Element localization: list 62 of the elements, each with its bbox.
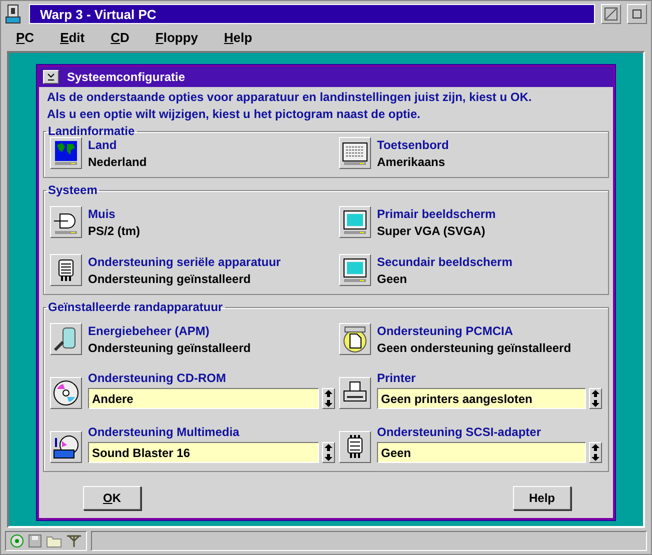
option-label: Land [88,138,118,152]
option-label: Ondersteuning CD-ROM [88,371,227,385]
monitor-icon[interactable] [339,254,371,286]
spin-arrows[interactable] [589,442,602,463]
option-label: Muis [88,207,116,221]
system-menu-button[interactable] [43,70,59,84]
globe-icon[interactable] [50,137,82,169]
instruction-text: Als u een optie wilt wijzigen, kiest u het pictogram naast de optie. [47,106,422,123]
spin-arrows[interactable] [322,388,335,409]
option-label: Toetsenbord [377,138,450,152]
menu-item[interactable]: PC [16,30,34,44]
group-title: Landinformatie [47,125,136,137]
network-icon[interactable] [66,534,82,548]
spin-arrows[interactable] [322,442,335,463]
spin-field[interactable]: Geen printers aangesloten [377,388,586,409]
option-label: Ondersteuning Multimedia [88,425,240,439]
option-value: Ondersteuning geïnstalleerd [88,341,252,355]
cd-film-icon[interactable] [50,431,82,463]
floppy-icon[interactable] [28,534,42,548]
window-title: Warp 3 - Virtual PC [29,4,595,24]
cd-icon[interactable] [50,377,82,409]
option-label: Ondersteuning SCSI-adapter [377,425,542,439]
option-label: Primair beeldscherm [377,207,497,221]
folder-icon[interactable] [46,534,62,548]
disc-icon[interactable] [10,534,24,548]
option-value: Amerikaans [377,155,446,169]
keyboard-icon[interactable] [339,137,371,169]
group-title: Systeem [47,184,98,196]
menu-item[interactable]: Edit [60,30,85,44]
spin-field[interactable]: Geen [377,442,586,463]
menu-item[interactable]: Help [224,30,252,44]
menu-item[interactable]: CD [110,30,130,44]
caret-icon [47,73,55,81]
option-value: PS/2 (tm) [88,224,142,238]
maximize-icon [632,9,642,19]
mouse-icon[interactable] [50,206,82,238]
monitor-icon[interactable] [339,206,371,238]
menu-item[interactable]: Floppy [155,30,198,44]
option-label: Ondersteuning PCMCIA [377,324,514,338]
dialog-title: Systeemconfiguratie [67,70,186,84]
spin-field[interactable]: Andere [88,388,319,409]
spin-field[interactable]: Sound Blaster 16 [88,442,319,463]
option-value: Geen [377,272,408,286]
group-title: Geïnstalleerde randapparatuur [47,301,224,313]
dialog-button[interactable]: OK [83,486,141,510]
instruction-text: Als de onderstaande opties voor apparatuur en landinstellingen juist zijn, kiest u OK. [47,89,533,106]
dialog-button[interactable]: Help [513,486,571,510]
option-label: Secundair beeldscherm [377,255,514,269]
minimize-button[interactable] [601,4,621,24]
printer-icon[interactable] [339,377,371,409]
option-value: Geen ondersteuning geïnstalleerd [377,341,572,355]
option-value: Ondersteuning geïnstalleerd [88,272,252,286]
option-label: Printer [377,371,417,385]
spin-arrows[interactable] [589,388,602,409]
option-value: Super VGA (SVGA) [377,224,486,238]
minimize-icon [604,7,618,21]
computer-icon[interactable] [5,4,23,24]
option-label: Energiebeheer (APM) [88,324,210,338]
card-icon[interactable] [339,323,371,355]
option-value: Nederland [88,155,148,169]
option-label: Ondersteuning seriële apparatuur [88,255,282,269]
maximize-button[interactable] [627,4,647,24]
